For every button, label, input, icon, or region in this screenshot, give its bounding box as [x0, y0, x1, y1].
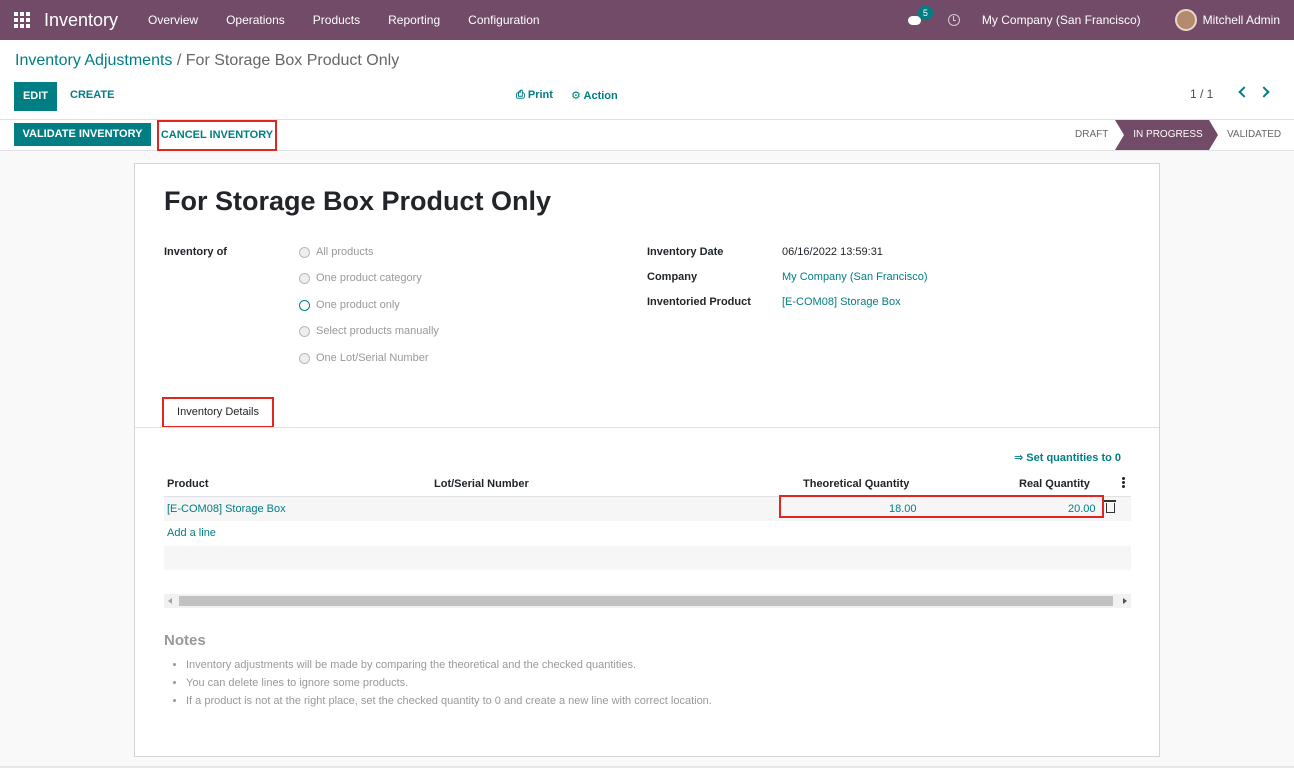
radio-icon[interactable]	[299, 352, 310, 364]
radio-all-products[interactable]: All products	[299, 246, 373, 258]
tab-divider	[135, 427, 1159, 428]
cancel-inventory-button[interactable]: CANCEL INVENTORY	[157, 120, 277, 151]
radio-selected-icon[interactable]	[299, 299, 310, 311]
inventoried-product-link[interactable]: [E-COM08] Storage Box	[782, 296, 901, 308]
action-dropdown[interactable]: ⚙ Action	[571, 89, 618, 102]
apps-grid-icon[interactable]	[14, 12, 30, 28]
row-product[interactable]: [E-COM08] Storage Box	[167, 503, 286, 515]
gear-icon: ⚙	[571, 90, 581, 102]
radio-icon[interactable]	[299, 325, 310, 337]
inventory-of-label: Inventory of	[164, 246, 227, 258]
action-label: Action	[583, 90, 618, 102]
form-sheet: For Storage Box Product Only Inventory o…	[134, 163, 1160, 757]
breadcrumb-parent[interactable]: Inventory Adjustments	[15, 52, 172, 69]
chevron-right-icon[interactable]	[1258, 86, 1270, 98]
inventory-date-value: 06/16/2022 13:59:31	[782, 246, 883, 258]
company-label: Company	[647, 271, 698, 283]
avatar[interactable]	[1174, 9, 1197, 31]
radio-label: All products	[316, 246, 374, 258]
activity-clock-icon[interactable]	[947, 14, 960, 26]
radio-icon[interactable]	[299, 246, 310, 258]
breadcrumb-separator: /	[172, 52, 186, 69]
radio-label: One Lot/Serial Number	[316, 352, 429, 364]
radio-one-product-category[interactable]: One product category	[299, 272, 422, 284]
menu-reporting[interactable]: Reporting	[374, 13, 454, 27]
create-button[interactable]: CREATE	[70, 89, 114, 101]
note-item: If a product is not at the right place, …	[186, 693, 712, 711]
user-menu[interactable]: Mitchell Admin	[1203, 13, 1280, 27]
status-bar: VALIDATE INVENTORY CANCEL INVENTORY DRAF…	[0, 120, 1294, 151]
stage-in-progress[interactable]: IN PROGRESS	[1115, 120, 1218, 150]
radio-label: One product category	[316, 272, 422, 284]
pager-value[interactable]: 1 / 1	[1190, 87, 1213, 101]
menu-operations[interactable]: Operations	[212, 13, 299, 27]
column-theoretical-quantity[interactable]: Theoretical Quantity	[803, 478, 909, 490]
trash-icon[interactable]	[1104, 500, 1116, 513]
quantity-highlight-box	[779, 495, 1104, 518]
menu-overview[interactable]: Overview	[134, 13, 212, 27]
company-switcher[interactable]: My Company (San Francisco)	[982, 13, 1141, 27]
radio-select-products-manually[interactable]: Select products manually	[299, 325, 439, 337]
top-navbar: Inventory Overview Operations Products R…	[0, 0, 1294, 40]
navbar-systray: 5 My Company (San Francisco) Mitchell Ad…	[907, 0, 1294, 40]
scrollbar-thumb[interactable]	[179, 596, 1113, 606]
scroll-right-icon[interactable]	[1123, 598, 1127, 604]
inventoried-product-label: Inventoried Product	[647, 296, 751, 308]
column-lot-serial[interactable]: Lot/Serial Number	[434, 478, 529, 490]
chevron-left-icon[interactable]	[1238, 86, 1250, 98]
tab-inventory-details[interactable]: Inventory Details	[162, 397, 274, 428]
main-menu: Overview Operations Products Reporting C…	[134, 13, 554, 27]
radio-one-product-only[interactable]: One product only	[299, 299, 400, 311]
scroll-left-icon[interactable]	[168, 598, 172, 604]
validate-inventory-button[interactable]: VALIDATE INVENTORY	[14, 123, 151, 146]
add-line-link[interactable]: Add a line	[167, 527, 216, 539]
menu-configuration[interactable]: Configuration	[454, 13, 553, 27]
radio-one-lot-serial[interactable]: One Lot/Serial Number	[299, 352, 429, 364]
messages-badge: 5	[917, 6, 933, 20]
inventory-date-label: Inventory Date	[647, 246, 724, 258]
page-title: For Storage Box Product Only	[164, 186, 552, 216]
breadcrumb: Inventory Adjustments / For Storage Box …	[15, 52, 399, 70]
print-label: Print	[527, 89, 553, 101]
radio-label: Select products manually	[316, 325, 439, 337]
stage-validated[interactable]: VALIDATED	[1227, 120, 1281, 150]
horizontal-scrollbar[interactable]	[164, 594, 1131, 608]
notes-list: Inventory adjustments will be made by co…	[186, 657, 712, 711]
print-icon: ⎙	[516, 89, 525, 101]
set-quantities-zero-button[interactable]: ⇒ Set quantities to 0	[1014, 451, 1121, 464]
optional-columns-icon[interactable]	[1122, 477, 1125, 488]
menu-products[interactable]: Products	[299, 13, 374, 27]
company-link[interactable]: My Company (San Francisco)	[782, 271, 928, 283]
chat-icon[interactable]: 5	[907, 6, 933, 27]
control-panel: Inventory Adjustments / For Storage Box …	[0, 40, 1294, 120]
breadcrumb-current: For Storage Box Product Only	[185, 52, 400, 69]
column-real-quantity[interactable]: Real Quantity	[1019, 478, 1090, 490]
empty-row	[164, 546, 1131, 570]
radio-icon[interactable]	[299, 272, 310, 284]
radio-label: One product only	[316, 299, 400, 311]
app-name[interactable]: Inventory	[44, 10, 118, 31]
note-item: You can delete lines to ignore some prod…	[186, 675, 712, 693]
print-dropdown[interactable]: ⎙ Print	[516, 89, 553, 102]
stage-draft[interactable]: DRAFT	[1075, 120, 1108, 150]
column-product[interactable]: Product	[167, 478, 209, 490]
note-item: Inventory adjustments will be made by co…	[186, 657, 712, 675]
edit-button[interactable]: EDIT	[14, 82, 57, 111]
notes-title: Notes	[164, 632, 206, 649]
table-header: Product Lot/Serial Number Theoretical Qu…	[164, 473, 1131, 497]
